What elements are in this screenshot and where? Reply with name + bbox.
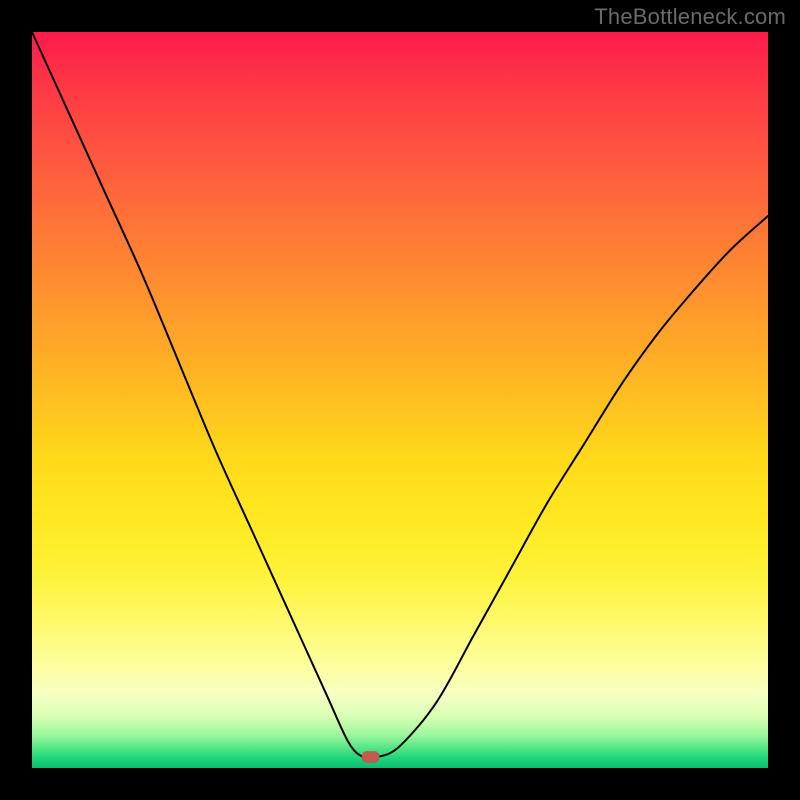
chart-frame: TheBottleneck.com (0, 0, 800, 800)
plot-area (32, 32, 768, 768)
bottleneck-curve (32, 32, 768, 759)
optimal-point-marker (362, 751, 380, 763)
watermark-text: TheBottleneck.com (594, 4, 786, 30)
curve-layer (32, 32, 768, 768)
